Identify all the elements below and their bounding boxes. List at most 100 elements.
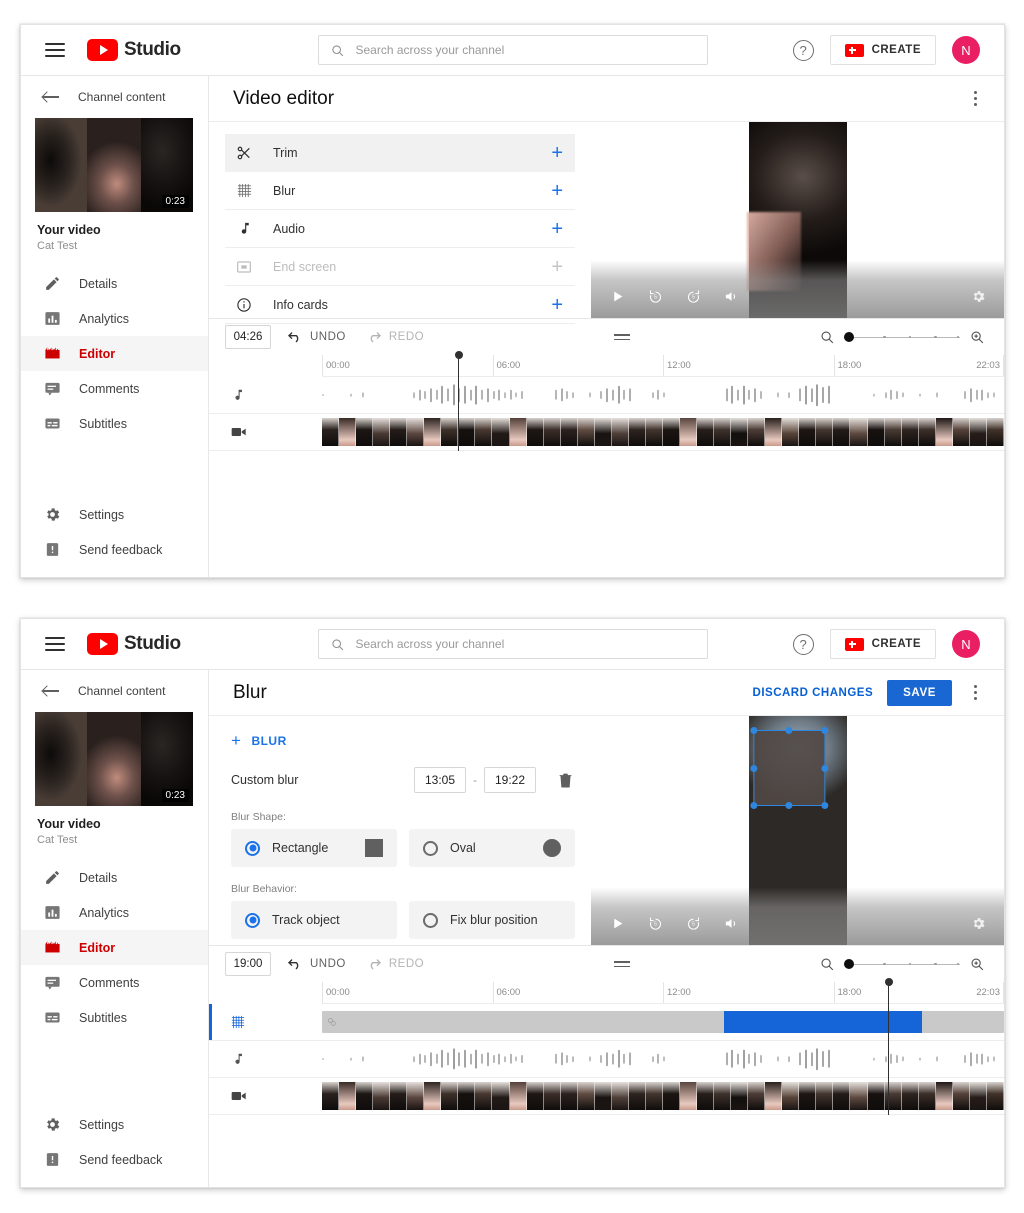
sidebar-item-send-feedback[interactable]: Send feedback	[21, 1142, 208, 1177]
hamburger-menu-icon[interactable]	[45, 637, 65, 651]
avatar[interactable]: N	[952, 36, 980, 64]
add-audio-button[interactable]: +	[551, 219, 563, 239]
blur-start-time-field[interactable]: 13:05	[414, 767, 466, 793]
tool-row-blur[interactable]: Blur +	[225, 172, 575, 210]
blur-shape-oval-option[interactable]: Oval	[409, 829, 575, 867]
blur-handle-s[interactable]	[785, 802, 793, 809]
youtube-studio-logo[interactable]: Studio	[87, 633, 181, 655]
save-button[interactable]: SAVE	[887, 679, 952, 706]
video-thumbnail[interactable]: 0:23	[35, 712, 193, 806]
sidebar-item-subtitles[interactable]: Subtitles	[21, 1000, 208, 1035]
blur-handle-nw[interactable]	[749, 727, 757, 734]
hamburger-menu-icon[interactable]	[45, 43, 65, 57]
radio-icon[interactable]	[423, 912, 438, 928]
timeline-playhead-top[interactable]	[454, 351, 463, 451]
search-input[interactable]	[355, 637, 695, 651]
create-button[interactable]: CREATE	[829, 629, 936, 659]
sidebar-item-analytics[interactable]: Analytics	[21, 895, 208, 930]
tool-row-audio[interactable]: Audio +	[225, 210, 575, 248]
timeline-resize-handle[interactable]	[614, 333, 631, 341]
rewind-5-icon[interactable]: 5	[645, 286, 665, 306]
blur-handle-sw[interactable]	[749, 802, 757, 809]
avatar[interactable]: N	[952, 630, 980, 658]
discard-changes-button[interactable]: DISCARD CHANGES	[753, 687, 874, 699]
zoom-slider-knob[interactable]	[843, 959, 854, 969]
player-settings-gear-icon[interactable]	[968, 913, 988, 933]
radio-icon[interactable]	[245, 840, 260, 856]
blur-handle-w[interactable]	[749, 764, 757, 772]
current-time-field[interactable]: 19:00	[225, 952, 271, 976]
back-to-channel-content[interactable]: Channel content	[21, 670, 208, 712]
play-icon[interactable]	[607, 913, 627, 933]
timeline-playhead-bottom[interactable]	[884, 978, 893, 1115]
blur-clip[interactable]	[322, 1011, 1004, 1033]
tool-row-trim[interactable]: Trim +	[225, 134, 575, 172]
radio-icon[interactable]	[245, 912, 260, 928]
player-settings-gear-icon[interactable]	[968, 286, 988, 306]
help-circle-icon[interactable]: ?	[792, 39, 814, 61]
more-options-kebab[interactable]	[966, 90, 984, 108]
sidebar-item-settings[interactable]: Settings	[21, 497, 208, 532]
add-trim-button[interactable]: +	[551, 143, 563, 163]
current-time-field[interactable]: 04:26	[225, 325, 271, 349]
tool-row-end-screen[interactable]: End screen +	[225, 248, 575, 286]
sidebar-item-send-feedback[interactable]: Send feedback	[21, 532, 208, 567]
timeline-track-blur[interactable]	[209, 1004, 1004, 1041]
play-icon[interactable]	[607, 286, 627, 306]
blur-behavior-fix-position-option[interactable]: Fix blur position	[409, 901, 575, 939]
create-button[interactable]: CREATE	[829, 35, 936, 65]
sidebar-item-comments[interactable]: Comments	[21, 965, 208, 1000]
blur-end-time-field[interactable]: 19:22	[484, 767, 536, 793]
search-bar[interactable]	[317, 629, 708, 659]
zoom-slider[interactable]	[843, 332, 960, 342]
zoom-out-icon[interactable]	[820, 957, 834, 971]
forward-5-icon[interactable]: 5	[683, 286, 703, 306]
redo-button[interactable]: REDO	[366, 330, 424, 344]
add-blur-button[interactable]: +	[551, 181, 563, 201]
playhead-handle[interactable]	[884, 978, 893, 986]
sidebar-item-analytics[interactable]: Analytics	[21, 301, 208, 336]
rewind-5-icon[interactable]: 5	[645, 913, 665, 933]
timeline-track-video[interactable]	[209, 414, 1004, 451]
back-to-channel-content[interactable]: Channel content	[21, 76, 208, 118]
volume-icon[interactable]	[721, 286, 741, 306]
sidebar-item-details[interactable]: Details	[21, 266, 208, 301]
zoom-slider[interactable]	[843, 959, 960, 969]
blur-handle-se[interactable]	[820, 802, 828, 809]
add-info-cards-button[interactable]: +	[551, 295, 563, 315]
sidebar-item-settings[interactable]: Settings	[21, 1107, 208, 1142]
search-input[interactable]	[355, 43, 695, 57]
blur-handle-ne[interactable]	[820, 727, 828, 734]
video-thumbnail[interactable]: 0:23	[35, 118, 193, 212]
timeline-ruler-bottom[interactable]: 00:00 06:00 12:00 18:00 22:03	[322, 982, 1004, 1004]
sidebar-item-subtitles[interactable]: Subtitles	[21, 406, 208, 441]
sidebar-item-editor[interactable]: Editor	[21, 930, 208, 965]
timeline-ruler-top[interactable]: 00:00 06:00 12:00 18:00 22:03	[322, 355, 1004, 377]
help-circle-icon[interactable]: ?	[792, 633, 814, 655]
blur-selection-box[interactable]	[749, 727, 828, 809]
blur-behavior-track-object-option[interactable]: Track object	[231, 901, 397, 939]
blur-shape-rectangle-option[interactable]: Rectangle	[231, 829, 397, 867]
sidebar-item-details[interactable]: Details	[21, 860, 208, 895]
search-bar[interactable]	[317, 35, 708, 65]
blur-handle-n[interactable]	[785, 727, 793, 734]
playhead-handle[interactable]	[454, 351, 463, 359]
add-blur-button[interactable]: + BLUR	[231, 732, 575, 749]
more-options-kebab[interactable]	[966, 684, 984, 702]
add-end-screen-button[interactable]: +	[551, 257, 563, 277]
timeline-track-audio[interactable]	[209, 377, 1004, 414]
undo-button[interactable]: UNDO	[287, 330, 346, 344]
zoom-out-icon[interactable]	[820, 330, 834, 344]
timeline-track-video[interactable]	[209, 1078, 1004, 1115]
blur-handle-e[interactable]	[820, 764, 828, 772]
youtube-studio-logo[interactable]: Studio	[87, 39, 181, 61]
timeline-resize-handle[interactable]	[614, 960, 631, 968]
radio-icon[interactable]	[423, 840, 438, 856]
zoom-slider-knob[interactable]	[843, 332, 854, 342]
sidebar-item-comments[interactable]: Comments	[21, 371, 208, 406]
undo-button[interactable]: UNDO	[287, 957, 346, 971]
zoom-in-icon[interactable]	[970, 330, 984, 344]
volume-icon[interactable]	[721, 913, 741, 933]
zoom-in-icon[interactable]	[970, 957, 984, 971]
timeline-track-audio[interactable]	[209, 1041, 1004, 1078]
